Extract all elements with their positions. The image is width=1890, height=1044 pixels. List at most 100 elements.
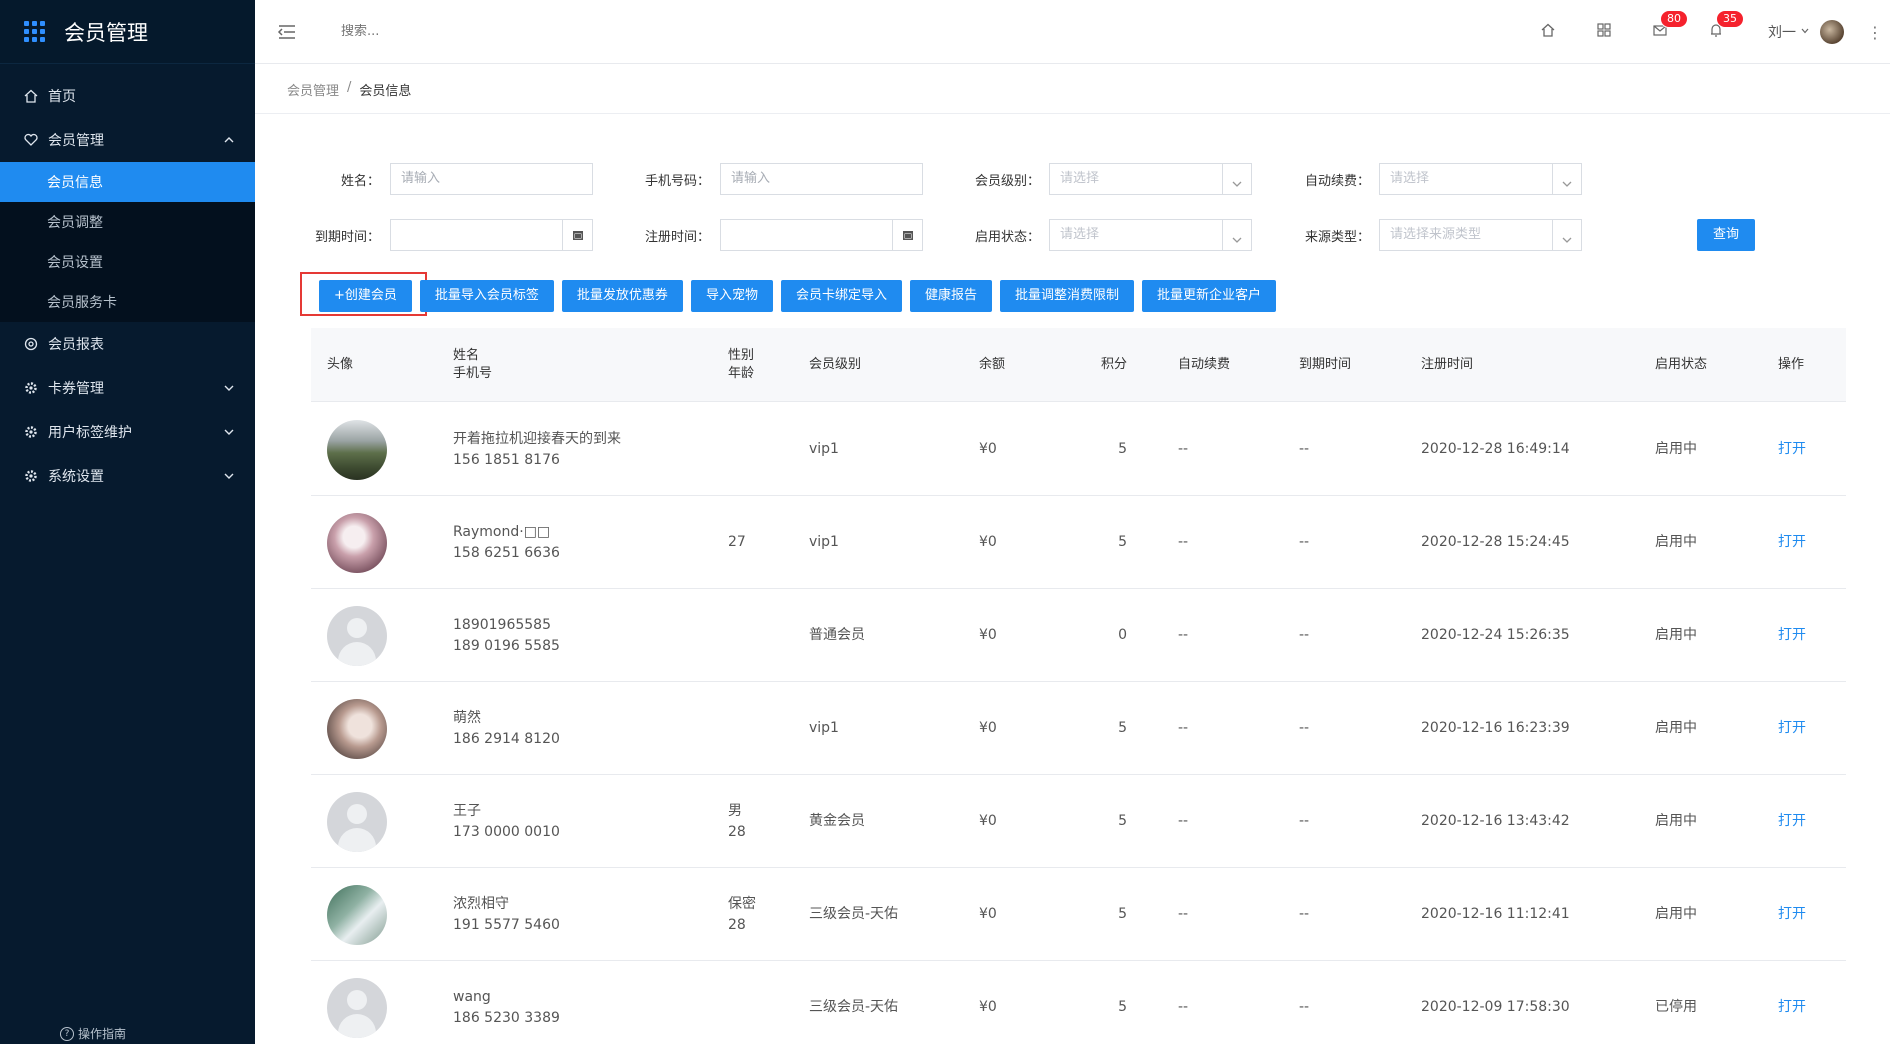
member-expire: -- [1299,999,1310,1015]
divider [1552,220,1553,250]
sidebar-item-system-settings[interactable]: 系统设置 [0,454,255,498]
sidebar-item-member-report[interactable]: 会员报表 [0,322,255,366]
col-points: 积分 [1100,357,1127,372]
home-icon [1540,22,1556,42]
chevron-down-icon [1800,24,1810,40]
member-level: 黄金会员 [809,813,865,829]
import-pets-button[interactable]: 导入宠物 [690,280,773,312]
col-age: 年龄 [728,366,755,381]
phone-input[interactable]: 请输入 [720,163,923,195]
sidebar-item-member-settings[interactable]: 会员设置 [0,242,255,282]
col-avatar: 头像 [327,357,354,372]
open-link[interactable]: 打开 [1778,403,1806,496]
phone-label: 手机号码： [644,174,710,189]
member-expire: -- [1299,906,1310,922]
user-menu[interactable]: 刘一 [1768,20,1844,44]
adjust-limits-button[interactable]: 批量调整消费限制 [999,280,1134,312]
member-register-time: 2020-12-16 16:23:39 [1421,720,1570,736]
gear-icon [24,425,38,439]
sidebar-item-label: 会员调整 [47,215,103,231]
issue-coupons-button[interactable]: 批量发放优惠券 [561,280,683,312]
member-auto-renew: -- [1178,906,1189,922]
open-link[interactable]: 打开 [1778,961,1806,1044]
member-status: 已停用 [1655,999,1697,1015]
register-date-picker[interactable] [720,219,923,251]
create-member-button[interactable]: +创建会员 [319,280,412,312]
breadcrumb-parent[interactable]: 会员管理 [287,80,339,99]
submenu-member: 会员信息 会员调整 会员设置 会员服务卡 [0,162,255,322]
sidebar-item-home[interactable]: 首页 [0,74,255,118]
home-button[interactable] [1520,0,1576,64]
name-input[interactable]: 请输入 [390,163,593,195]
open-link[interactable]: 打开 [1778,682,1806,775]
open-link[interactable]: 打开 [1778,775,1806,868]
sidebar-item-member-adjust[interactable]: 会员调整 [0,202,255,242]
sidebar-item-user-tags[interactable]: 用户标签维护 [0,410,255,454]
member-status: 启用中 [1655,906,1697,922]
chevron-down-icon [223,470,235,486]
import-card-binding-button[interactable]: 会员卡绑定导入 [780,280,902,312]
source-select[interactable]: 请选择来源类型 [1379,219,1582,251]
gender-age-cell: 男 28 [728,775,746,868]
table-row: 开着拖拉机迎接春天的到来 156 1851 8176 vip1 ¥0 5 -- -- 2020… [311,403,1846,496]
member-register-time: 2020-12-09 17:58:30 [1421,999,1570,1015]
gender-age-cell: 保密 28 [728,868,756,961]
expire-date-picker[interactable] [390,219,593,251]
guide-link[interactable]: ? 操作指南 [60,1025,126,1042]
member-points: 5 [1118,720,1127,736]
open-link[interactable]: 打开 [1778,589,1806,682]
notification-button[interactable]: 35 [1688,0,1744,64]
menu-toggle-icon[interactable] [277,22,299,42]
open-link[interactable]: 打开 [1778,868,1806,961]
sidebar-item-member-info[interactable]: 会员信息 [0,162,255,202]
home-icon [24,89,38,103]
action-toolbar: +创建会员 批量导入会员标签 批量发放优惠券 导入宠物 会员卡绑定导入 健康报告… [319,280,1277,312]
table-row: 萌然 186 2914 8120 vip1 ¥0 5 -- -- 2020-12-16 16:… [311,682,1846,775]
search-input[interactable] [341,24,541,39]
member-auto-renew: -- [1178,534,1189,550]
sidebar-item-coupon-management[interactable]: 卡券管理 [0,366,255,410]
more-options-icon[interactable]: ⋮ [1860,23,1890,42]
member-name: 王子 [453,802,481,819]
chevron-up-icon [223,134,235,150]
sidebar-item-label: 会员管理 [48,133,104,149]
help-icon: ? [60,1026,74,1041]
import-member-tags-button[interactable]: 批量导入会员标签 [419,280,554,312]
sidebar-item-member-service-card[interactable]: 会员服务卡 [0,282,255,322]
member-name: 浓烈相守 [453,895,509,912]
default-avatar [327,606,387,666]
member-phone: 173 0000 0010 [453,823,560,840]
gender-age-cell: 27 [728,496,746,589]
member-auto-renew: -- [1178,627,1189,643]
status-label: 启用状态： [974,230,1040,245]
member-balance: ¥0 [979,906,997,922]
col-level: 会员级别 [809,357,862,372]
member-gender: 男 [728,802,742,819]
mail-button[interactable]: 80 [1632,0,1688,64]
sidebar-item-label: 会员报表 [48,337,104,353]
calendar-icon[interactable] [892,220,922,250]
apps-grid-icon[interactable] [24,20,46,43]
member-auto-renew: -- [1178,999,1189,1015]
member-balance: ¥0 [979,534,997,550]
member-status: 启用中 [1655,441,1697,457]
open-link[interactable]: 打开 [1778,496,1806,589]
status-select[interactable]: 请选择 [1049,219,1252,251]
level-select[interactable]: 请选择 [1049,163,1252,195]
table-row: Raymond·□□ 158 6251 6636 27 vip1 ¥0 5 -- -- 2020… [311,496,1846,589]
chevron-down-icon [1561,172,1573,202]
member-balance: ¥0 [979,720,997,736]
table-row: 浓烈相守 191 5577 5460 保密 28 三级会员-天佑 ¥0 5 -- -- 2020-… [311,868,1846,961]
query-button[interactable]: 查询 [1697,219,1755,251]
sidebar-item-member-management[interactable]: 会员管理 [0,118,255,162]
level-placeholder: 请选择 [1060,171,1100,186]
update-enterprise-button[interactable]: 批量更新企业客户 [1142,280,1277,312]
apps-button[interactable] [1576,0,1632,64]
renew-select[interactable]: 请选择 [1379,163,1582,195]
gear-icon [24,381,38,395]
calendar-icon[interactable] [562,220,592,250]
user-name: 刘一 [1768,25,1796,41]
member-points: 5 [1118,999,1127,1015]
health-report-button[interactable]: 健康报告 [909,280,992,312]
chevron-down-icon [1231,172,1243,202]
